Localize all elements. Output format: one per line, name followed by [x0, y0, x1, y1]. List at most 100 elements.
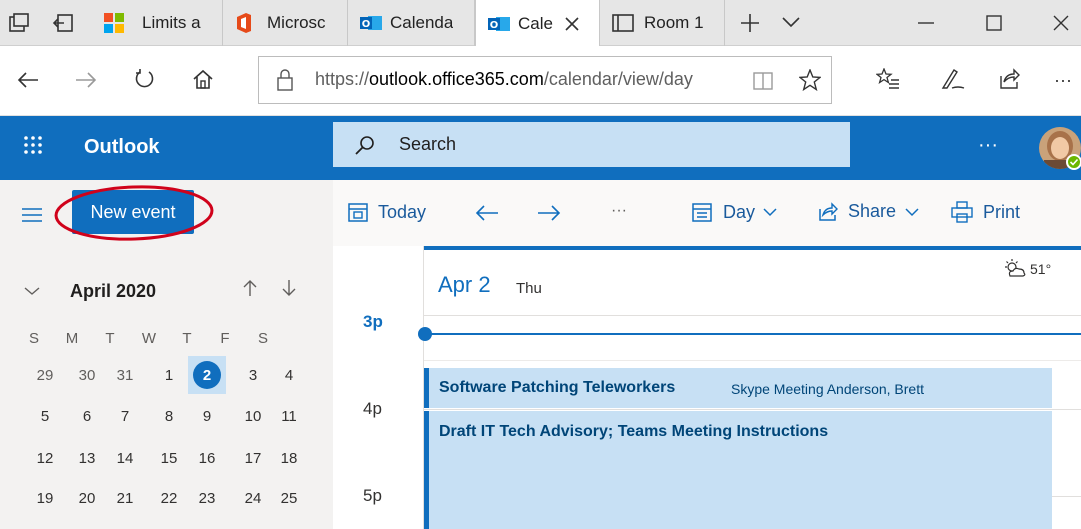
refresh-icon[interactable]	[134, 68, 156, 90]
tab-label: Cale	[518, 13, 553, 33]
chevron-down-icon[interactable]	[782, 16, 800, 28]
app-name[interactable]: Outlook	[84, 136, 160, 159]
calendar-day[interactable]: 6	[68, 408, 106, 425]
calendar-day[interactable]: 25	[270, 490, 308, 507]
calendar-day[interactable]: 7	[106, 408, 144, 425]
previous-month-arrow-icon[interactable]	[243, 279, 257, 297]
browser-tab-active[interactable]: O Cale	[475, 0, 600, 47]
previous-arrow-icon[interactable]	[475, 204, 499, 222]
calendar-event[interactable]: Software Patching Teleworkers Skype Meet…	[424, 368, 1052, 408]
weekday-header: F	[220, 330, 230, 347]
header-more-icon[interactable]: ···	[978, 134, 998, 157]
calendar-day[interactable]: 1	[150, 367, 188, 384]
calendar-day[interactable]: 16	[188, 450, 226, 467]
avatar[interactable]	[1038, 126, 1081, 172]
set-tabs-aside-icon[interactable]	[52, 12, 74, 34]
calendar-day[interactable]: 20	[68, 490, 106, 507]
share-icon	[817, 201, 839, 222]
weekday-header: S	[257, 330, 268, 347]
browser-tab-strip: Limits a Microsc O Calenda O Cale Room 1	[0, 0, 1081, 47]
url-text: https://outlook.office365.com/calendar/v…	[315, 69, 693, 90]
calendar-day[interactable]: 30	[68, 367, 106, 384]
share-icon[interactable]	[998, 68, 1020, 90]
calendar-event[interactable]: Draft IT Tech Advisory; Teams Meeting In…	[424, 411, 1052, 529]
command-bar-right: Today ··· Day Share Print	[333, 180, 1081, 246]
calendar-day[interactable]: 15	[150, 450, 188, 467]
lock-icon	[277, 69, 293, 91]
calendar-day[interactable]: 29	[26, 367, 64, 384]
app-launcher-icon[interactable]	[24, 136, 42, 154]
calendar-day[interactable]: 10	[234, 408, 272, 425]
search-box[interactable]: Search	[333, 122, 850, 167]
chevron-down-icon	[905, 207, 919, 217]
windows-logo-icon	[104, 13, 124, 33]
day-view-dropdown[interactable]: Day	[691, 201, 777, 223]
reading-view-icon[interactable]	[753, 72, 773, 90]
day-weekday: Thu	[516, 280, 542, 297]
calendar-day[interactable]: 17	[234, 450, 272, 467]
calendar-day[interactable]: 8	[150, 408, 188, 425]
weekday-header: W	[141, 330, 157, 347]
browser-tab[interactable]: Room 1	[600, 0, 725, 46]
maximize-icon[interactable]	[986, 15, 1002, 31]
current-time-dot	[418, 327, 432, 341]
month-label[interactable]: April 2020	[70, 281, 156, 302]
browser-tab[interactable]: Microsc	[223, 0, 348, 46]
browser-tab[interactable]: O Calenda	[348, 0, 475, 46]
pen-icon[interactable]	[940, 66, 966, 92]
hour-label: 4p	[363, 399, 382, 418]
next-month-arrow-icon[interactable]	[282, 279, 296, 297]
home-icon[interactable]	[192, 68, 214, 90]
weekday-header: S	[28, 330, 39, 347]
day-date[interactable]: Apr 2	[438, 272, 491, 298]
calendar-day[interactable]: 12	[26, 450, 64, 467]
calendar-day[interactable]: 31	[106, 367, 144, 384]
calendar-day[interactable]: 13	[68, 450, 106, 467]
share-label: Share	[848, 201, 897, 221]
outlook-logo-icon: O	[488, 14, 510, 34]
calendar-day[interactable]: 14	[106, 450, 144, 467]
favorite-star-icon[interactable]	[799, 69, 821, 91]
calendar-day[interactable]: 3	[234, 367, 272, 384]
calendar-day[interactable]: 9	[188, 408, 226, 425]
today-button[interactable]: Today	[347, 201, 426, 223]
outlook-logo-icon: O	[360, 13, 382, 33]
back-arrow-icon[interactable]	[17, 70, 39, 90]
forward-arrow-icon[interactable]	[75, 70, 97, 90]
hamburger-menu-icon[interactable]	[22, 208, 42, 222]
search-icon	[355, 135, 375, 155]
calendar-day[interactable]: 23	[188, 490, 226, 507]
calendar-day[interactable]: 11	[270, 408, 308, 425]
calendar-day[interactable]: 22	[150, 490, 188, 507]
minimize-icon[interactable]	[918, 22, 934, 24]
print-button[interactable]: Print	[951, 201, 1020, 223]
day-view: 3p 4p 5p Apr 2 Thu 51° Software Patching…	[333, 246, 1081, 529]
calendar-day[interactable]: 24	[234, 490, 272, 507]
new-tab-icon[interactable]	[740, 13, 760, 33]
collapse-chevron-icon[interactable]	[24, 286, 40, 296]
command-bar: New event Today ··· Day Share Print	[0, 180, 1081, 246]
browser-more-icon[interactable]: ···	[1054, 70, 1072, 91]
address-bar[interactable]: https://outlook.office365.com/calendar/v…	[258, 56, 832, 104]
calendar-day[interactable]: 19	[26, 490, 64, 507]
calendar-day[interactable]: 5	[26, 408, 64, 425]
favorites-hub-icon[interactable]	[876, 68, 900, 90]
url-domain: outlook.office365.com	[369, 69, 544, 89]
browser-tab[interactable]: Limits a	[96, 0, 223, 46]
print-icon	[951, 201, 973, 223]
share-button[interactable]: Share	[817, 201, 919, 222]
chevron-down-icon	[763, 207, 777, 217]
calendar-day[interactable]: 18	[270, 450, 308, 467]
toolbar-more-icon[interactable]: ···	[611, 202, 627, 220]
event-title: Software Patching Teleworkers	[439, 379, 676, 396]
tab-actions-icon[interactable]	[8, 12, 30, 34]
calendar-day[interactable]: 4	[270, 367, 308, 384]
close-window-icon[interactable]	[1053, 15, 1069, 31]
next-arrow-icon[interactable]	[537, 204, 561, 222]
current-time-line	[424, 333, 1081, 335]
svg-text:O: O	[490, 20, 499, 31]
tab-label: Limits a	[142, 13, 201, 32]
close-tab-icon[interactable]	[564, 16, 580, 32]
calendar-day[interactable]: 21	[106, 490, 144, 507]
calendar-day-selected[interactable]: 2	[188, 367, 226, 384]
